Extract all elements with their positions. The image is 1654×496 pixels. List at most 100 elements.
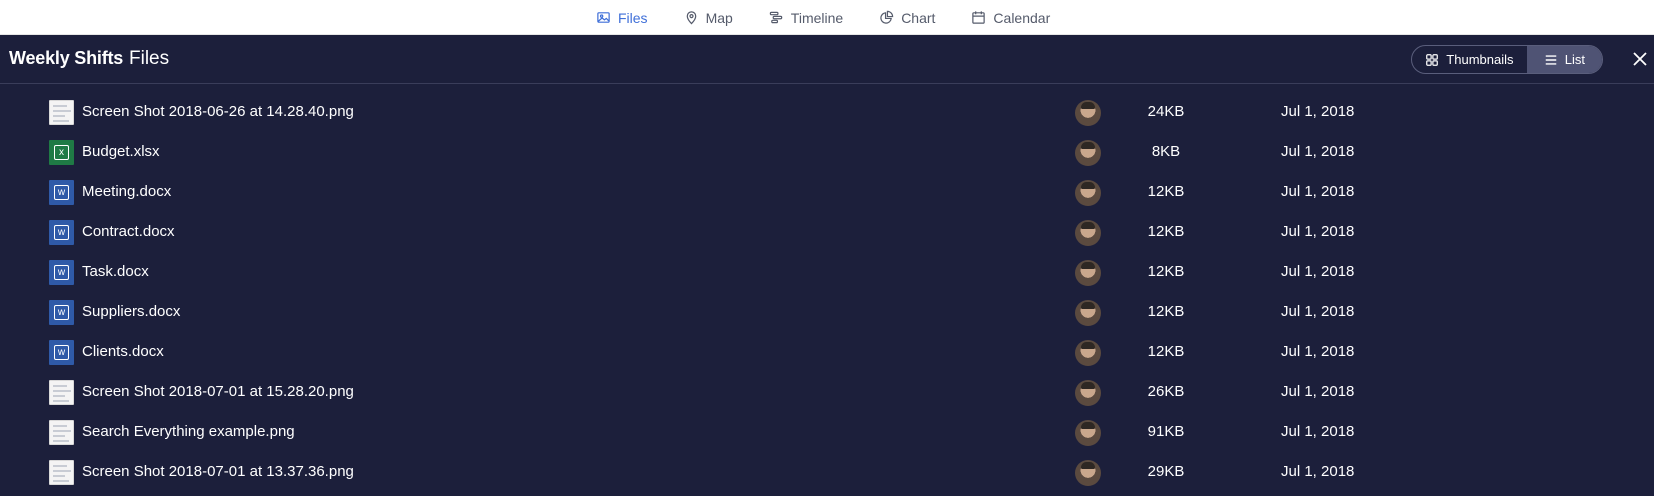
image-thumbnail[interactable]	[49, 100, 74, 125]
tab-label: Timeline	[790, 9, 844, 26]
image-thumbnail[interactable]	[49, 380, 74, 405]
avatar[interactable]	[1075, 460, 1101, 486]
word-file-icon[interactable]: w	[49, 220, 74, 245]
word-file-icon[interactable]: w	[49, 340, 74, 365]
thumbnail-line	[53, 390, 71, 392]
file-row[interactable]: Search Everything example.png 91KB Jul 1, …	[0, 412, 1654, 452]
thumbnail-line	[53, 475, 65, 477]
file-size: 29KB	[1147, 463, 1185, 480]
file-row[interactable]: w Clients.docx 12KB Jul 1, 2018	[0, 332, 1654, 372]
word-glyph-icon: w	[54, 225, 69, 240]
grid-icon	[1426, 53, 1439, 66]
file-date: Jul 1, 2018	[1281, 383, 1355, 400]
file-name[interactable]: Task.docx	[82, 263, 149, 280]
avatar[interactable]	[1075, 220, 1101, 246]
avatar[interactable]	[1075, 180, 1101, 206]
avatar[interactable]	[1075, 380, 1101, 406]
tab-files[interactable]: Files	[596, 10, 648, 26]
file-row[interactable]: Screen Shot 2018-07-01 at 15.28.20.png 26…	[0, 372, 1654, 412]
tab-label: Files	[618, 9, 648, 26]
list-button[interactable]: List	[1526, 46, 1602, 73]
word-glyph-icon: w	[54, 185, 69, 200]
file-row[interactable]: w Suppliers.docx 12KB Jul 1, 2018	[0, 292, 1654, 332]
image-thumbnail[interactable]	[49, 460, 74, 485]
avatar[interactable]	[1075, 260, 1101, 286]
tab-map[interactable]: Map	[684, 10, 733, 26]
thumbnail-line	[53, 440, 69, 442]
avatar[interactable]	[1075, 300, 1101, 326]
file-name[interactable]: Screen Shot 2018-06-26 at 14.28.40.png	[82, 103, 354, 120]
file-date: Jul 1, 2018	[1281, 463, 1355, 480]
view-mode-toggle: Thumbnails List	[1411, 45, 1603, 74]
thumbnails-button[interactable]: Thumbnails	[1412, 46, 1527, 73]
thumbnail-line	[53, 400, 69, 402]
file-size: 12KB	[1147, 183, 1185, 200]
file-list: Screen Shot 2018-06-26 at 14.28.40.png 24…	[0, 92, 1654, 492]
thumbnail-line	[53, 120, 69, 122]
board-title: Weekly Shifts	[9, 48, 124, 68]
tab-label: Map	[705, 9, 733, 26]
file-row[interactable]: Screen Shot 2018-06-26 at 14.28.40.png 24…	[0, 92, 1654, 132]
file-name[interactable]: Screen Shot 2018-07-01 at 13.37.36.png	[82, 463, 354, 480]
file-name[interactable]: Suppliers.docx	[82, 303, 180, 320]
file-name[interactable]: Screen Shot 2018-07-01 at 15.28.20.png	[82, 383, 354, 400]
tab-timeline[interactable]: Timeline	[769, 10, 843, 26]
file-date: Jul 1, 2018	[1281, 303, 1355, 320]
tab-label: Calendar	[993, 9, 1051, 26]
word-glyph-icon: w	[54, 265, 69, 280]
file-name[interactable]: Clients.docx	[82, 343, 164, 360]
file-row[interactable]: Screen Shot 2018-07-01 at 13.37.36.png 29…	[0, 452, 1654, 492]
thumbnail-line	[53, 480, 69, 482]
file-name[interactable]: Contract.docx	[82, 223, 175, 240]
file-date: Jul 1, 2018	[1281, 143, 1355, 160]
list-icon	[1545, 54, 1557, 65]
avatar[interactable]	[1075, 140, 1101, 166]
file-row[interactable]: w Contract.docx 12KB Jul 1, 2018	[0, 212, 1654, 252]
timeline-icon	[769, 11, 783, 24]
file-name[interactable]: Budget.xlsx	[82, 143, 160, 160]
thumbnail-line	[53, 105, 67, 107]
thumbnail-line	[53, 435, 65, 437]
view-tab-bar: Files Map Timeline Chart Calendar	[0, 0, 1654, 35]
file-row[interactable]: x Budget.xlsx 8KB Jul 1, 2018	[0, 132, 1654, 172]
file-date: Jul 1, 2018	[1281, 423, 1355, 440]
thumbnail-line	[53, 115, 65, 117]
list-label: List	[1564, 52, 1586, 67]
file-row[interactable]: w Meeting.docx 12KB Jul 1, 2018	[0, 172, 1654, 212]
avatar[interactable]	[1075, 340, 1101, 366]
word-glyph-icon: w	[54, 345, 69, 360]
close-icon[interactable]	[1630, 49, 1650, 69]
map-pin-icon	[686, 11, 696, 25]
thumbnail-line	[53, 465, 67, 467]
thumbnail-line	[53, 395, 65, 397]
excel-file-icon[interactable]: x	[49, 140, 74, 165]
tab-label: Chart	[901, 9, 936, 26]
tab-chart[interactable]: Chart	[879, 10, 935, 26]
pie-chart-icon	[880, 10, 894, 24]
file-name[interactable]: Search Everything example.png	[82, 423, 295, 440]
word-file-icon[interactable]: w	[49, 180, 74, 205]
thumbnail-line	[53, 425, 67, 427]
thumbnail-line	[53, 110, 71, 112]
avatar[interactable]	[1075, 420, 1101, 446]
file-date: Jul 1, 2018	[1281, 223, 1355, 240]
excel-glyph-icon: x	[54, 145, 69, 160]
file-size: 8KB	[1151, 143, 1181, 160]
thumbnail-line	[53, 385, 67, 387]
avatar[interactable]	[1075, 100, 1101, 126]
file-date: Jul 1, 2018	[1281, 343, 1355, 360]
file-size: 24KB	[1147, 103, 1185, 120]
file-size: 26KB	[1147, 383, 1185, 400]
section-title: Files	[129, 48, 170, 69]
file-row[interactable]: w Task.docx 12KB Jul 1, 2018	[0, 252, 1654, 292]
thumbnail-line	[53, 430, 71, 432]
file-size: 12KB	[1147, 303, 1185, 320]
file-name[interactable]: Meeting.docx	[82, 183, 171, 200]
word-file-icon[interactable]: w	[49, 260, 74, 285]
tab-calendar[interactable]: Calendar	[971, 10, 1050, 26]
image-thumbnail[interactable]	[49, 420, 74, 445]
view-tabs: Files Map Timeline Chart Calendar	[596, 0, 1086, 35]
word-file-icon[interactable]: w	[49, 300, 74, 325]
file-size: 91KB	[1147, 423, 1185, 440]
file-size: 12KB	[1147, 263, 1185, 280]
